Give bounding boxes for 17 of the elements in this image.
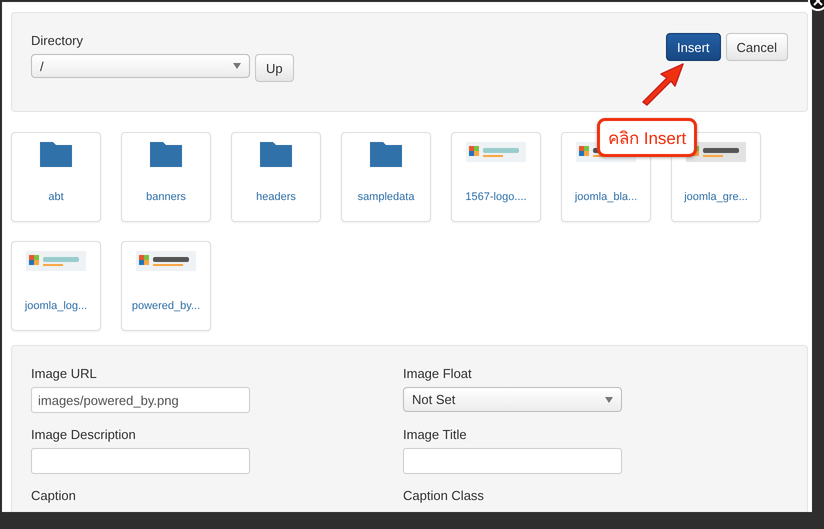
- field-label: Directory: [31, 33, 84, 48]
- file-name: joomla_gre...: [684, 191, 748, 203]
- field-label: Caption: [31, 488, 77, 503]
- field-label: Caption Class: [403, 488, 485, 503]
- file-name: joomla_bla...: [574, 191, 638, 203]
- file-name: headers: [256, 191, 296, 203]
- field-label: Image Float: [403, 366, 473, 381]
- annotation-tooltip: คลิก Insert: [597, 118, 698, 157]
- file-name: abt: [48, 191, 64, 203]
- file-name: sampledata: [358, 191, 414, 203]
- field-label: Image URL: [31, 366, 98, 381]
- file-name: 1567-logo....: [465, 191, 527, 203]
- field-label: Image Title: [403, 427, 468, 442]
- field-label: Image Description: [31, 427, 137, 442]
- file-name: powered_by...: [132, 300, 200, 312]
- file-name: banners: [146, 191, 186, 203]
- file-name: joomla_log...: [24, 300, 88, 312]
